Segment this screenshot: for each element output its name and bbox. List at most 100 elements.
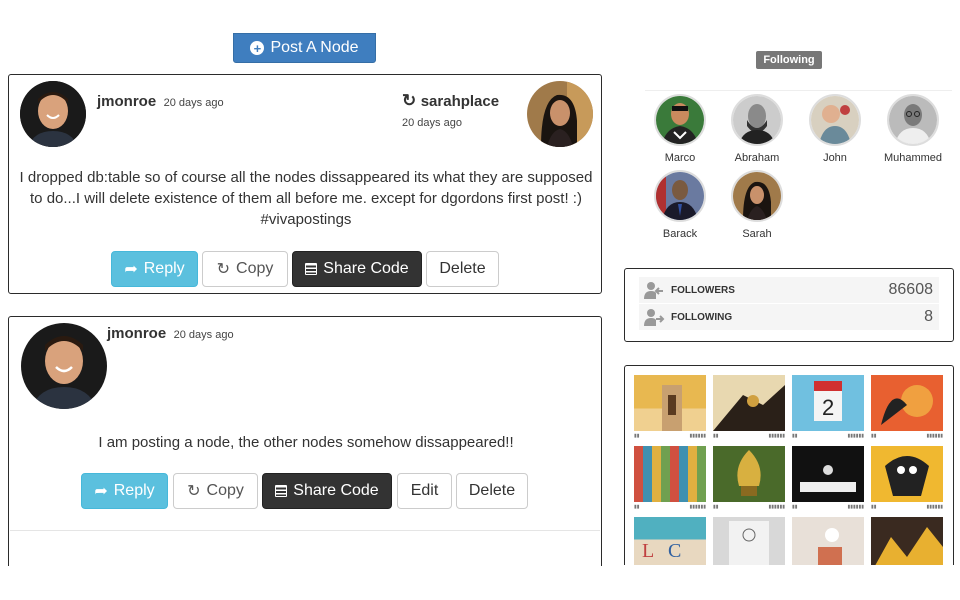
gallery-tile[interactable]: 2 ▮▮ ▮▮▮▮▮▮: [792, 375, 864, 441]
gallery-tile[interactable]: [871, 517, 943, 565]
gallery-image: [871, 446, 943, 502]
avatar: [654, 170, 706, 222]
post-time: 20 days ago: [173, 329, 234, 341]
edit-button[interactable]: Edit: [397, 473, 452, 509]
gallery-tile[interactable]: LC: [634, 517, 706, 565]
post-header: jmonroe 20 days ago: [97, 93, 224, 111]
gallery-image: LC: [634, 517, 706, 565]
friend-john[interactable]: John: [800, 94, 870, 164]
avatar: [809, 94, 861, 146]
svg-text:2: 2: [822, 395, 834, 420]
gallery-image: [871, 517, 943, 565]
friend-abraham[interactable]: Abraham: [722, 94, 792, 164]
refresh-icon: ↻: [187, 483, 201, 500]
post-time: 20 days ago: [163, 97, 224, 109]
svg-text:L: L: [642, 540, 654, 562]
follow-stats: FOLLOWERS 86608 FOLLOWING 8: [624, 268, 954, 342]
divider: [10, 530, 600, 531]
gallery-tile[interactable]: ▮▮ ▮▮▮▮▮▮: [871, 375, 943, 441]
avatar[interactable]: [21, 323, 107, 409]
followers-icon: [643, 281, 665, 299]
delete-label: Delete: [439, 260, 486, 277]
avatar: [887, 94, 939, 146]
post-a-node-label: Post A Node: [270, 39, 359, 56]
following-panel: Marco Abraham John Muhammed Barack Sarah: [645, 90, 952, 255]
author-name[interactable]: jmonroe: [97, 93, 156, 110]
svg-text:C: C: [668, 540, 681, 562]
friend-name: John: [823, 152, 847, 164]
followers-count: 86608: [888, 281, 934, 298]
friend-name: Barack: [662, 228, 698, 240]
gallery-image: [634, 375, 706, 431]
followers-row[interactable]: FOLLOWERS 86608: [639, 277, 939, 303]
friend-muhammed[interactable]: Muhammed: [878, 94, 948, 164]
gallery-tile[interactable]: ▮▮ ▮▮▮▮▮▮: [634, 446, 706, 512]
repost-info: ↻ sarahplace: [402, 91, 499, 111]
friend-marco[interactable]: Marco: [645, 94, 715, 164]
post-card: jmonroe 20 days ago ↻ sarahplace 20 days…: [8, 74, 602, 294]
following-icon: [643, 308, 665, 326]
following-row[interactable]: FOLLOWING 8: [639, 304, 939, 330]
gallery-image: [713, 446, 785, 502]
tile-meta: ▮▮ ▮▮▮▮▮▮: [792, 433, 864, 439]
post-header: jmonroe 20 days ago: [107, 325, 234, 343]
list-icon: [275, 485, 288, 497]
delete-button[interactable]: Delete: [426, 251, 499, 287]
delete-button[interactable]: Delete: [456, 473, 528, 509]
repost-user[interactable]: sarahplace: [421, 93, 499, 110]
refresh-icon: ↻: [216, 261, 231, 278]
friend-name: Abraham: [734, 152, 780, 164]
gallery-tile[interactable]: [792, 517, 864, 565]
tile-meta: ▮▮ ▮▮▮▮▮▮: [713, 504, 785, 510]
avatar: [731, 170, 783, 222]
friend-sarah[interactable]: Sarah: [722, 170, 792, 240]
following-label: FOLLOWING: [671, 311, 733, 323]
gallery-image: [792, 446, 864, 502]
share-code-button[interactable]: Share Code: [262, 473, 392, 509]
plus-circle-icon: +: [250, 41, 265, 55]
gallery-tile[interactable]: ▮▮ ▮▮▮▮▮▮: [634, 375, 706, 441]
friend-name: Sarah: [742, 228, 772, 240]
copy-button[interactable]: ↻ Copy: [173, 473, 258, 509]
avatar: [654, 94, 706, 146]
post-a-node-button[interactable]: + Post A Node: [233, 33, 376, 63]
gallery-image: 2: [792, 375, 864, 431]
author-name[interactable]: jmonroe: [107, 325, 166, 342]
share-code-label: Share Code: [323, 260, 409, 277]
friend-name: Marco: [664, 152, 696, 164]
reply-label: Reply: [143, 260, 185, 277]
post-text: I dropped db:table so of course all the …: [19, 169, 593, 228]
avatar: [731, 94, 783, 146]
share-arrow-icon: ➦: [94, 483, 108, 500]
gallery-tile[interactable]: [713, 517, 785, 565]
following-count: 8: [924, 308, 933, 325]
friend-barack[interactable]: Barack: [645, 170, 715, 240]
reply-label: Reply: [113, 482, 155, 499]
reply-button[interactable]: ➦ Reply: [81, 473, 168, 509]
copy-button[interactable]: ↻ Copy: [202, 251, 288, 287]
tile-meta: ▮▮ ▮▮▮▮▮▮: [792, 504, 864, 510]
repost-avatar[interactable]: [527, 81, 593, 147]
gallery-image: [713, 375, 785, 431]
gallery-image: [871, 375, 943, 431]
followers-label: FOLLOWERS: [671, 284, 735, 296]
friend-name: Muhammed: [883, 152, 943, 164]
tile-meta: ▮▮ ▮▮▮▮▮▮: [634, 504, 706, 510]
avatar[interactable]: [20, 81, 86, 147]
delete-label: Delete: [468, 482, 516, 499]
gallery-tile[interactable]: ▮▮ ▮▮▮▮▮▮: [713, 446, 785, 512]
following-badge: Following: [756, 51, 822, 69]
share-arrow-icon: ➦: [124, 261, 138, 278]
gallery-tile[interactable]: ▮▮ ▮▮▮▮▮▮: [713, 375, 785, 441]
reply-button[interactable]: ➦ Reply: [111, 251, 198, 287]
gallery-tile[interactable]: ▮▮ ▮▮▮▮▮▮: [792, 446, 864, 512]
tile-meta: ▮▮ ▮▮▮▮▮▮: [871, 433, 943, 439]
gallery-image: [792, 517, 864, 565]
tile-meta: ▮▮ ▮▮▮▮▮▮: [634, 433, 706, 439]
post-text: I am posting a node, the other nodes som…: [98, 434, 514, 451]
gallery-tile[interactable]: ▮▮ ▮▮▮▮▮▮: [871, 446, 943, 512]
copy-label: Copy: [206, 482, 244, 499]
list-icon: [305, 263, 318, 275]
share-code-button[interactable]: Share Code: [292, 251, 422, 287]
copy-label: Copy: [236, 260, 274, 277]
